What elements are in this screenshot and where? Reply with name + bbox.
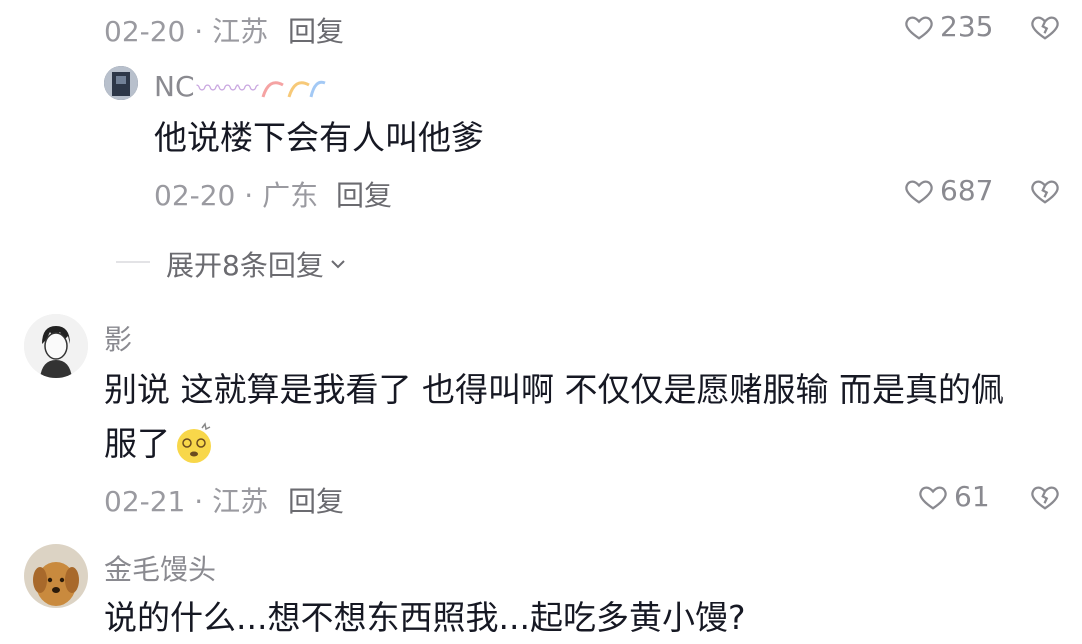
heart-icon bbox=[905, 179, 933, 204]
avatar[interactable] bbox=[24, 544, 88, 608]
broken-heart-icon[interactable] bbox=[1030, 482, 1060, 512]
like-button[interactable]: 235 bbox=[904, 10, 993, 43]
like-button[interactable]: 687 bbox=[904, 174, 993, 207]
reply-button[interactable]: 回复 bbox=[336, 174, 392, 214]
avatar-image-icon bbox=[24, 314, 88, 378]
reply-button[interactable]: 回复 bbox=[288, 10, 344, 50]
username-emoji-decor: 〰〰〰 bbox=[196, 76, 259, 102]
golden-retriever-avatar-icon bbox=[24, 544, 88, 608]
like-count: 61 bbox=[954, 480, 990, 513]
heart-icon bbox=[905, 15, 933, 40]
dizzy-face-emoji-icon bbox=[177, 422, 211, 463]
comment-text: 说的什么...想不想东西照我...起吃多黄小馒? bbox=[104, 598, 746, 637]
broken-heart-icon[interactable] bbox=[1030, 176, 1060, 206]
comment-text-line-1: 别说 这就算是我看了 也得叫啊 不仅仅是愿赌服输 而是真的佩 bbox=[104, 370, 1004, 409]
avatar[interactable] bbox=[104, 66, 138, 100]
avatar-image-icon bbox=[104, 66, 138, 100]
username[interactable]: 金毛馒头 bbox=[104, 548, 216, 588]
expand-replies-button[interactable]: 展开8条回复 bbox=[166, 244, 348, 284]
like-count: 235 bbox=[940, 10, 994, 43]
rainbow-stickers-icon bbox=[261, 80, 326, 97]
comment-meta: 02-21 · 江苏 bbox=[104, 485, 269, 518]
comment-text-line-2: 服了 bbox=[104, 418, 216, 470]
reply-button[interactable]: 回复 bbox=[288, 480, 344, 520]
like-button[interactable]: 61 bbox=[918, 480, 990, 513]
chevron-down-icon bbox=[331, 260, 345, 269]
comment-text: 他说楼下会有人叫他爹 bbox=[154, 118, 484, 157]
heart-icon bbox=[919, 485, 947, 510]
like-count: 687 bbox=[940, 174, 994, 207]
expand-divider bbox=[116, 261, 150, 263]
username[interactable]: 影 bbox=[104, 318, 132, 358]
avatar[interactable] bbox=[24, 314, 88, 378]
comment-meta: 02-20 · 广东 bbox=[154, 179, 319, 212]
comment-meta: 02-20 · 江苏 bbox=[104, 15, 269, 48]
broken-heart-icon[interactable] bbox=[1030, 12, 1060, 42]
username[interactable]: NC 〰〰〰 bbox=[154, 70, 329, 103]
